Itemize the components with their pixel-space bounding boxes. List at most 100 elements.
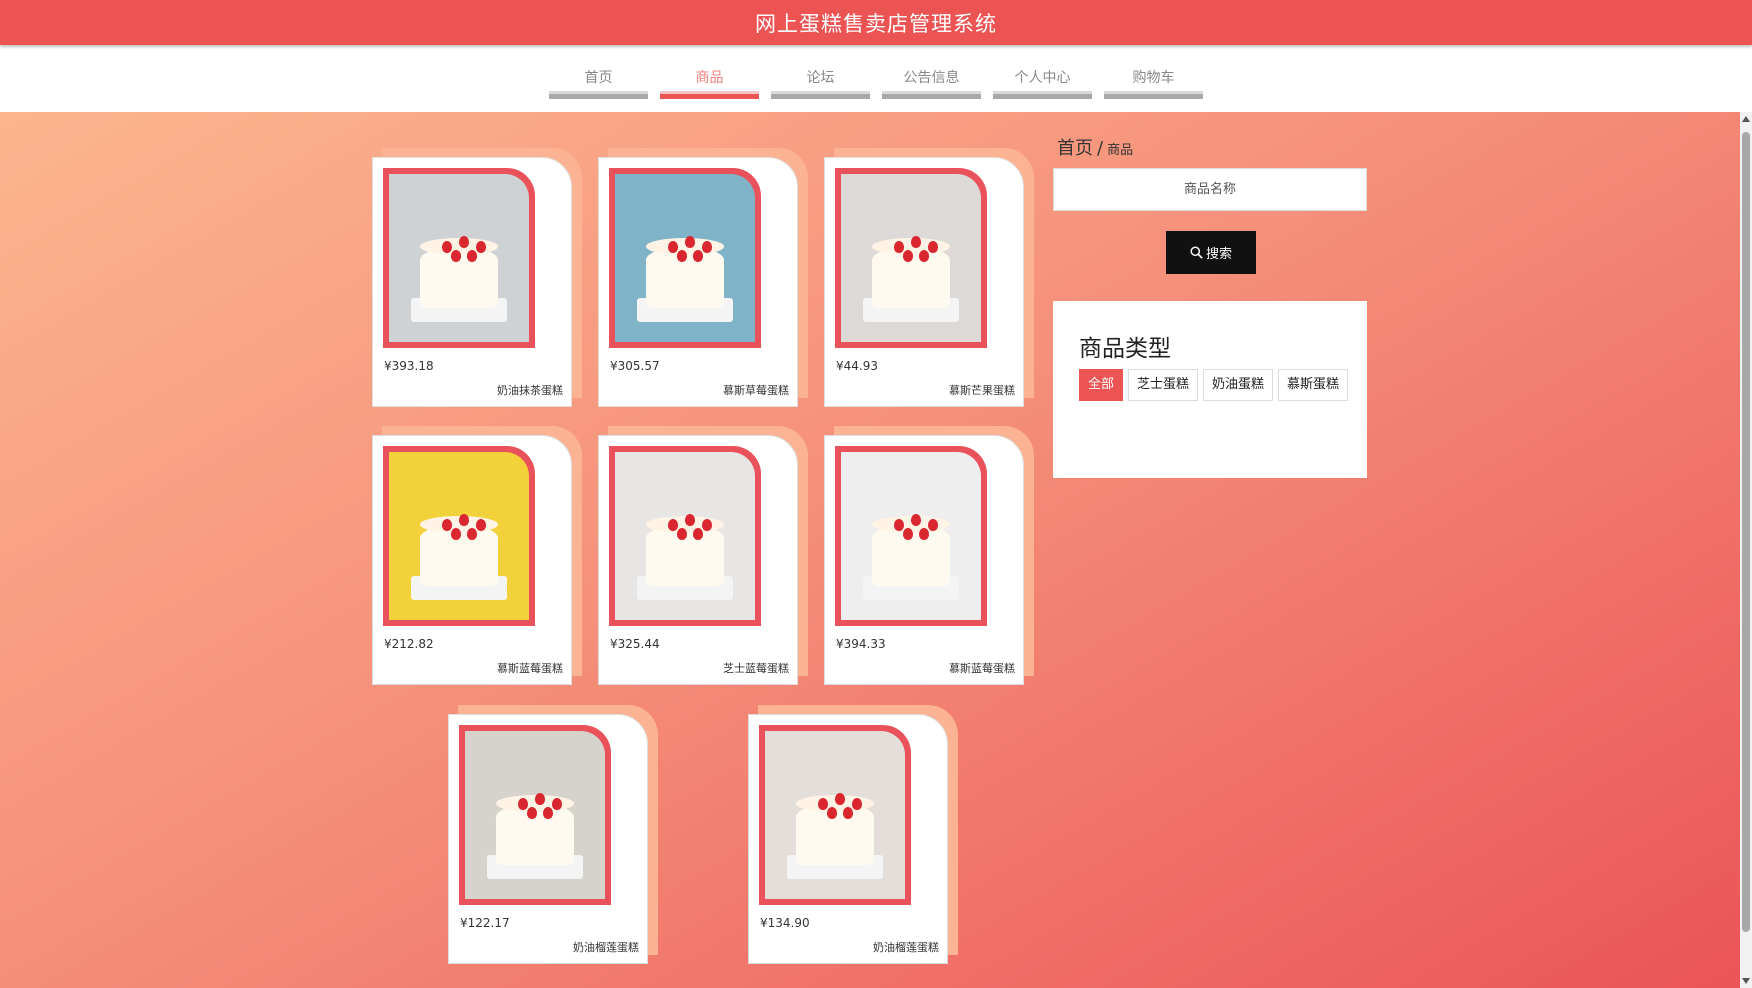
strawberry-icon	[450, 249, 461, 262]
category-title: 商品类型	[1079, 336, 1171, 362]
strawberry-icon	[818, 798, 829, 811]
nav-home[interactable]: 首页	[549, 67, 648, 112]
strawberry-icon	[927, 519, 938, 532]
product-image-frame	[759, 725, 911, 905]
strawberry-icon	[693, 527, 704, 540]
nav-forum[interactable]: 论坛	[771, 67, 870, 112]
strawberry-icon	[851, 798, 862, 811]
nav-profile-label: 个人中心	[1014, 70, 1071, 86]
strawberry-icon	[467, 249, 478, 262]
strawberry-icon	[911, 514, 921, 527]
search-button[interactable]: 搜索	[1166, 231, 1256, 274]
product-price: ¥325.44	[610, 637, 660, 651]
product-name: 慕斯蓝莓蛋糕	[949, 662, 1015, 675]
scroll-up-icon[interactable]	[1742, 116, 1750, 122]
search-input[interactable]: 商品名称	[1053, 168, 1367, 211]
strawberry-icon	[551, 798, 562, 811]
product-image[interactable]	[389, 452, 529, 620]
product-price: ¥212.82	[384, 637, 434, 651]
product-image-frame	[835, 446, 987, 626]
nav-underline	[549, 91, 648, 99]
product-image[interactable]	[465, 731, 605, 899]
product-name: 慕斯草莓蛋糕	[723, 384, 789, 397]
strawberry-icon	[676, 249, 687, 262]
strawberry-icon	[676, 527, 687, 540]
category-mousse-cake[interactable]: 慕斯蛋糕	[1278, 369, 1349, 401]
card-body: ¥122.17 奶油榴莲蛋糕	[448, 714, 648, 964]
strawberry-icon	[668, 241, 679, 254]
product-card[interactable]: ¥44.93 慕斯芒果蛋糕	[824, 148, 1034, 407]
product-price: ¥134.90	[760, 916, 810, 930]
strawberry-icon	[693, 249, 704, 262]
nav-products[interactable]: 商品	[660, 67, 759, 112]
product-card[interactable]: ¥212.82 慕斯蓝莓蛋糕	[372, 426, 582, 685]
app-title: 网上蛋糕售卖店管理系统	[755, 11, 997, 36]
scrollbar-thumb[interactable]	[1742, 132, 1750, 932]
product-price: ¥394.33	[836, 637, 886, 651]
product-image[interactable]	[841, 174, 981, 342]
strawberry-icon	[894, 241, 905, 254]
strawberry-icon	[543, 806, 554, 819]
card-body: ¥305.57 慕斯草莓蛋糕	[598, 157, 798, 407]
strawberry-icon	[911, 236, 921, 249]
product-name: 芝士蓝莓蛋糕	[723, 662, 789, 675]
nav-underline	[1104, 91, 1203, 99]
nav-profile[interactable]: 个人中心	[993, 67, 1092, 112]
strawberry-icon	[894, 519, 905, 532]
product-name: 奶油榴莲蛋糕	[873, 941, 939, 954]
nav-underline	[993, 91, 1092, 99]
product-image[interactable]	[615, 174, 755, 342]
product-card[interactable]: ¥394.33 慕斯蓝莓蛋糕	[824, 426, 1034, 685]
page-scrollbar[interactable]	[1740, 112, 1752, 988]
product-image-frame	[383, 168, 535, 348]
product-card[interactable]: ¥325.44 芝士蓝莓蛋糕	[598, 426, 808, 685]
category-cheese-cake[interactable]: 芝士蛋糕	[1128, 369, 1199, 401]
strawberry-icon	[459, 236, 469, 249]
nav-home-label: 首页	[584, 70, 613, 86]
breadcrumb-current: 商品	[1107, 143, 1134, 158]
nav-underline	[660, 91, 759, 99]
nav-cart[interactable]: 购物车	[1104, 67, 1203, 112]
product-image-frame	[459, 725, 611, 905]
product-image-frame	[383, 446, 535, 626]
product-image[interactable]	[615, 452, 755, 620]
breadcrumb-home[interactable]: 首页	[1057, 138, 1093, 159]
card-body: ¥44.93 慕斯芒果蛋糕	[824, 157, 1024, 407]
card-body: ¥394.33 慕斯蓝莓蛋糕	[824, 435, 1024, 685]
product-image[interactable]	[841, 452, 981, 620]
product-price: ¥393.18	[384, 359, 434, 373]
nav-products-label: 商品	[695, 70, 724, 86]
category-all[interactable]: 全部	[1079, 369, 1124, 401]
main-nav: 首页 商品 论坛 公告信息 个人中心 购物车	[0, 45, 1752, 112]
strawberry-icon	[535, 793, 545, 806]
strawberry-icon	[467, 527, 478, 540]
nav-underline	[882, 91, 981, 99]
product-card[interactable]: ¥393.18 奶油抹茶蛋糕	[372, 148, 582, 407]
strawberry-icon	[826, 806, 837, 819]
strawberry-icon	[450, 527, 461, 540]
category-cream-cake[interactable]: 奶油蛋糕	[1203, 369, 1274, 401]
nav-announcements[interactable]: 公告信息	[882, 67, 981, 112]
strawberry-icon	[927, 241, 938, 254]
product-image[interactable]	[765, 731, 905, 899]
card-body: ¥134.90 奶油榴莲蛋糕	[748, 714, 948, 964]
product-name: 奶油榴莲蛋糕	[573, 941, 639, 954]
product-card[interactable]: ¥122.17 奶油榴莲蛋糕	[448, 705, 658, 964]
strawberry-icon	[902, 527, 913, 540]
product-image[interactable]	[389, 174, 529, 342]
strawberry-icon	[919, 527, 930, 540]
product-card[interactable]: ¥305.57 慕斯草莓蛋糕	[598, 148, 808, 407]
product-card[interactable]: ¥134.90 奶油榴莲蛋糕	[748, 705, 958, 964]
strawberry-icon	[518, 798, 529, 811]
breadcrumb: 首页 / 商品	[1057, 134, 1133, 160]
strawberry-icon	[902, 249, 913, 262]
strawberry-icon	[475, 519, 486, 532]
product-image-frame	[835, 168, 987, 348]
strawberry-icon	[843, 806, 854, 819]
scroll-down-icon[interactable]	[1742, 978, 1750, 984]
strawberry-icon	[701, 241, 712, 254]
search-button-label: 搜索	[1205, 247, 1232, 262]
card-body: ¥393.18 奶油抹茶蛋糕	[372, 157, 572, 407]
strawberry-icon	[475, 241, 486, 254]
strawberry-icon	[835, 793, 845, 806]
